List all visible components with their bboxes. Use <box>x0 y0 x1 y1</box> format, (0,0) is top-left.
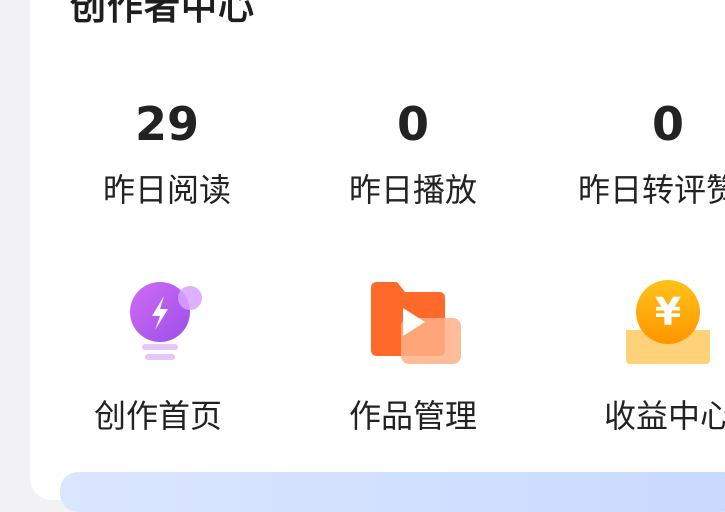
tool-label: 收益中心 <box>603 397 725 435</box>
page-title: 创作者中心 <box>70 0 256 28</box>
yuan-coin-icon: ¥ <box>618 278 718 368</box>
yuan-symbol: ¥ <box>655 290 681 334</box>
tool-creator-home[interactable]: 创作首页 <box>58 278 258 436</box>
stat-yesterday-reads[interactable]: 29 昨日阅读 <box>77 96 257 210</box>
tool-label: 创作首页 <box>93 397 222 435</box>
stat-label: 昨日阅读 <box>102 171 231 209</box>
stat-value: 0 <box>396 97 429 151</box>
stat-value: 29 <box>134 97 199 151</box>
stat-label: 昨日播放 <box>348 171 477 209</box>
video-folder-icon <box>363 278 463 368</box>
promo-banner[interactable] <box>60 472 725 512</box>
tool-works-management[interactable]: 作品管理 <box>313 278 513 436</box>
stat-yesterday-engagement[interactable]: 0 昨日转评赞 <box>578 96 725 210</box>
tool-label: 作品管理 <box>348 397 477 435</box>
tool-earnings-center[interactable]: ¥ 收益中心 <box>568 278 725 436</box>
stat-yesterday-plays[interactable]: 0 昨日播放 <box>323 96 503 210</box>
stat-label: 昨日转评赞 <box>578 171 725 209</box>
stat-value: 0 <box>651 97 684 151</box>
lightbulb-icon <box>108 278 208 368</box>
